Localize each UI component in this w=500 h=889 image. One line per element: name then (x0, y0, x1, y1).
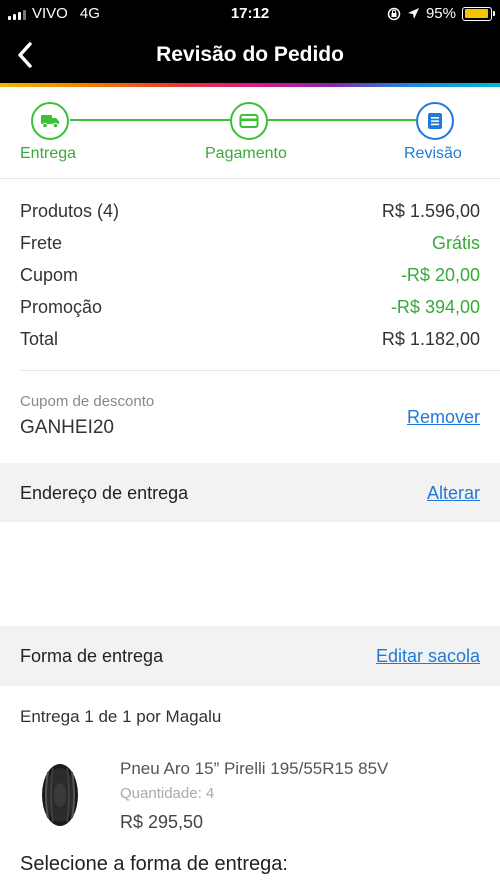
location-icon (407, 8, 419, 19)
summary-label: Promoção (20, 297, 103, 317)
delivery-count: Entrega 1 de 1 (20, 707, 132, 726)
status-bar: VIVO 4G 17:12 95% (0, 0, 500, 28)
step-connector (268, 119, 416, 121)
product-price: R$ 295,50 (120, 812, 204, 832)
rotation-lock-icon (387, 7, 401, 20)
step-label-entrega: Entrega (20, 145, 77, 162)
summary-value: R$ 1.596,00 (381, 201, 480, 221)
battery-percent: 95% (425, 5, 456, 22)
step-revisao[interactable] (416, 102, 454, 140)
tire-icon (42, 764, 78, 826)
battery-icon (462, 6, 495, 21)
product-name: Pneu Aro 15” Pirelli 195/55R15 85V (120, 759, 389, 778)
product-quantity: Quantidade: 4 (120, 785, 215, 802)
coupon-label: Cupom de desconto (20, 393, 155, 410)
address-section-header: Endereço de entrega Alterar (0, 463, 500, 523)
summary-row-promotion: Promoção -R$ 394,00 (20, 291, 480, 323)
change-address-link[interactable]: Alterar (427, 483, 480, 504)
summary-value: Grátis (431, 233, 480, 253)
page-title: Revisão do Pedido (156, 43, 344, 66)
summary-label: Produtos (4) (20, 201, 120, 221)
remove-coupon-link[interactable]: Remover (407, 407, 480, 428)
order-summary: Produtos (4) R$ 1.596,00 Frete Grátis Cu… (20, 195, 480, 355)
address-content (0, 522, 500, 627)
summary-label: Total (20, 329, 59, 349)
document-icon (428, 113, 442, 129)
summary-label: Cupom (20, 265, 79, 285)
delivery-seller: por Magalu (136, 707, 222, 726)
truck-icon (41, 115, 59, 129)
summary-row-products: Produtos (4) R$ 1.596,00 (20, 195, 480, 227)
credit-card-icon (239, 114, 259, 128)
step-connector (70, 119, 230, 121)
coupon-code: GANHEI20 (20, 417, 114, 438)
edit-bag-link[interactable]: Editar sacola (376, 646, 480, 667)
step-label-pagamento: Pagamento (205, 145, 287, 162)
summary-value: -R$ 394,00 (390, 297, 480, 317)
step-pagamento[interactable] (230, 102, 268, 140)
summary-row-shipping: Frete Grátis (20, 227, 480, 259)
status-right: 95% (387, 5, 495, 22)
step-label-revisao: Revisão (404, 145, 462, 162)
delivery-info: Entrega 1 de 1 por Magalu (20, 707, 221, 727)
nav-bar: Revisão do Pedido (0, 28, 500, 83)
divider (20, 370, 500, 371)
step-entrega[interactable] (31, 102, 69, 140)
shipping-section-header: Forma de entrega Editar sacola (0, 626, 500, 686)
summary-value: R$ 1.182,00 (381, 329, 480, 349)
summary-value: -R$ 20,00 (400, 265, 480, 285)
shipping-title: Forma de entrega (20, 646, 164, 666)
summary-row-total: Total R$ 1.182,00 (20, 323, 480, 355)
checkout-stepper: Entrega Pagamento Revisão (0, 87, 500, 179)
select-shipping-title: Selecione a forma de entrega: (20, 853, 288, 875)
summary-label: Frete (20, 233, 63, 253)
summary-row-coupon: Cupom -R$ 20,00 (20, 259, 480, 291)
address-title: Endereço de entrega (20, 483, 189, 503)
